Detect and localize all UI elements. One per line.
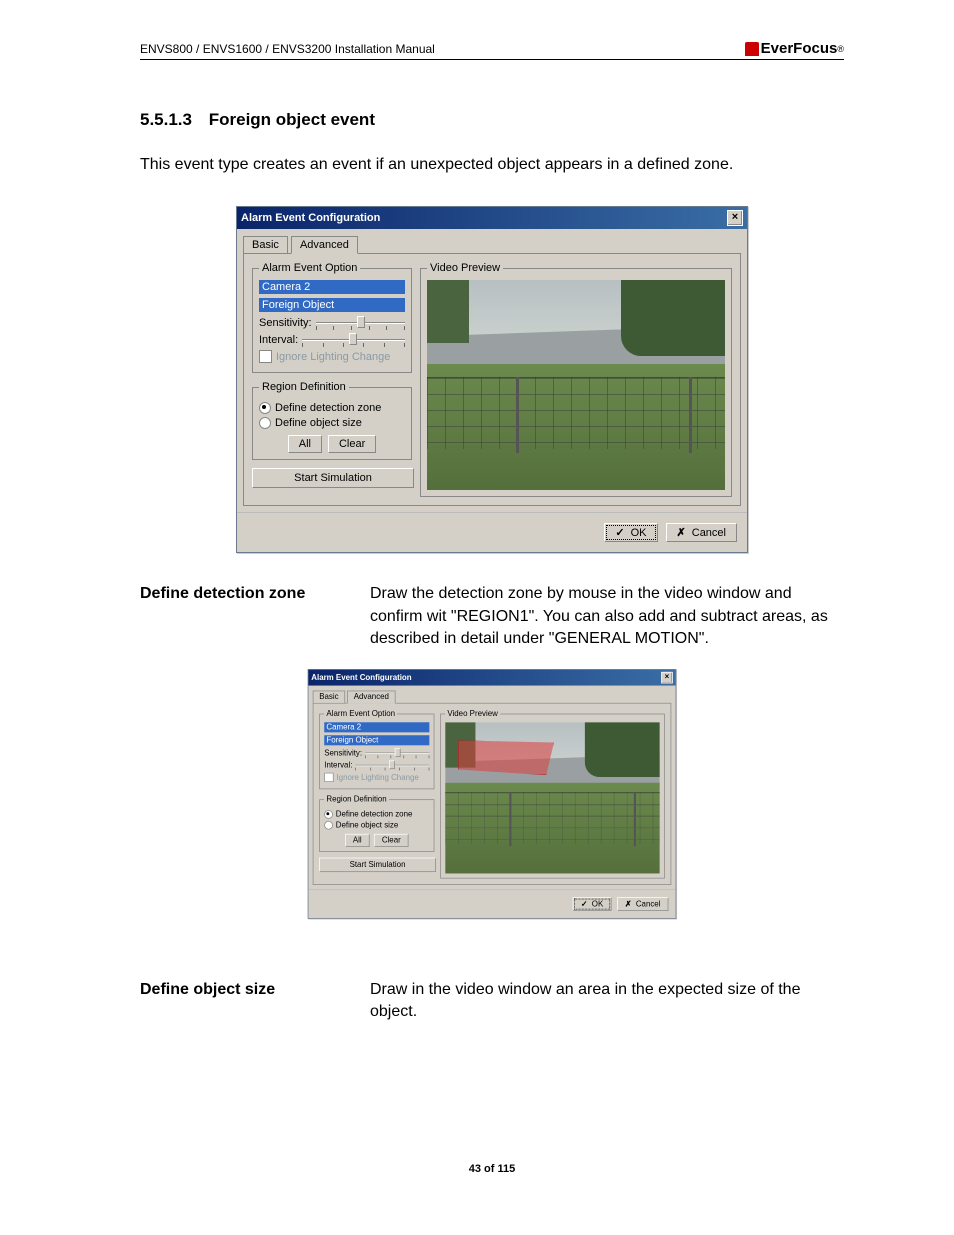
ignore-lighting-label: Ignore Lighting Change (276, 351, 390, 363)
tab-basic-2[interactable]: Basic (313, 690, 345, 702)
section-number: 5.5.1.3 (140, 110, 192, 129)
ok-label: OK (631, 527, 647, 539)
alarm-config-dialog-2: Alarm Event Configuration × Basic Advanc… (308, 669, 677, 919)
tab-basic[interactable]: Basic (243, 236, 288, 253)
def-object-term: Define object size (140, 979, 350, 1024)
dialog-title-2: Alarm Event Configuration (311, 673, 411, 682)
clear-button[interactable]: Clear (328, 435, 376, 453)
figure-dialog-1: Alarm Event Configuration × Basic Advanc… (140, 206, 844, 553)
radio-object-label-2: Define object size (336, 820, 399, 829)
dialog-tabs: Basic Advanced (237, 229, 747, 253)
alarm-event-option-group: Alarm Event Option Camera 2 Foreign Obje… (252, 262, 412, 373)
cross-icon-2: ✗ (625, 899, 632, 908)
video-preview-group: Video Preview (420, 262, 732, 497)
radio-detection-label-2: Define detection zone (336, 810, 413, 819)
camera-select[interactable]: Camera 2 (259, 280, 405, 294)
page-number: 43 of 115 (140, 1163, 844, 1175)
section-title: Foreign object event (209, 110, 375, 129)
brand-mark: ® (837, 44, 844, 54)
region-definition-legend-2: Region Definition (324, 795, 389, 804)
all-button-2[interactable]: All (345, 833, 370, 846)
cancel-label: Cancel (692, 527, 726, 539)
close-icon-2[interactable]: × (661, 671, 673, 683)
video-preview-legend: Video Preview (427, 262, 503, 274)
ok-button[interactable]: ✓ OK (604, 523, 657, 542)
alarm-event-legend: Alarm Event Option (259, 262, 360, 274)
ignore-lighting-label-2: Ignore Lighting Change (336, 773, 418, 782)
radio-detection-label: Define detection zone (275, 402, 381, 414)
radio-detection-zone-2[interactable] (324, 810, 333, 819)
radio-object-size-2[interactable] (324, 820, 333, 829)
interval-label: Interval: (259, 334, 298, 346)
event-type-select-2[interactable]: Foreign Object (324, 735, 429, 745)
cross-icon: ✗ (677, 526, 686, 539)
alarm-config-dialog: Alarm Event Configuration × Basic Advanc… (236, 206, 748, 553)
alarm-event-legend-2: Alarm Event Option (324, 709, 397, 718)
video-preview-legend-2: Video Preview (445, 709, 500, 718)
ok-label-2: OK (592, 899, 603, 908)
region-definition-group-2: Region Definition Define detection zone … (319, 795, 434, 852)
close-icon[interactable]: × (727, 210, 743, 226)
figure-dialog-2: Alarm Event Configuration × Basic Advanc… (140, 669, 844, 949)
sensitivity-label: Sensitivity: (259, 317, 312, 329)
dialog-titlebar: Alarm Event Configuration × (237, 207, 747, 229)
start-simulation-button[interactable]: Start Simulation (252, 468, 414, 488)
def-detection-term: Define detection zone (140, 583, 350, 650)
interval-slider[interactable] (302, 333, 405, 347)
radio-detection-zone[interactable] (259, 402, 271, 414)
region-definition-legend: Region Definition (259, 381, 349, 393)
def-object-desc: Draw in the video window an area in the … (370, 979, 844, 1024)
video-preview[interactable] (427, 280, 725, 490)
video-preview-2[interactable] (445, 722, 660, 873)
radio-object-label: Define object size (275, 417, 362, 429)
section-intro: This event type creates an event if an u… (140, 154, 844, 176)
detection-zone-overlay (458, 740, 554, 775)
brand-logo: EverFocus ® (745, 40, 844, 57)
ignore-lighting-checkbox[interactable] (259, 350, 272, 363)
dialog-titlebar-2: Alarm Event Configuration × (308, 669, 675, 685)
region-definition-group: Region Definition Define detection zone … (252, 381, 412, 460)
cancel-button[interactable]: ✗ Cancel (666, 523, 737, 542)
def-detection-desc: Draw the detection zone by mouse in the … (370, 583, 844, 650)
event-type-select[interactable]: Foreign Object (259, 298, 405, 312)
doc-title: ENVS800 / ENVS1600 / ENVS3200 Installati… (140, 42, 435, 56)
brand-logo-icon (745, 42, 759, 56)
camera-select-2[interactable]: Camera 2 (324, 722, 429, 732)
start-simulation-button-2[interactable]: Start Simulation (319, 857, 436, 871)
sensitivity-label-2: Sensitivity: (324, 748, 362, 757)
clear-button-2[interactable]: Clear (374, 833, 409, 846)
ok-button-2[interactable]: ✓ OK (573, 897, 611, 911)
def-detection-zone: Define detection zone Draw the detection… (140, 583, 844, 650)
alarm-event-option-group-2: Alarm Event Option Camera 2 Foreign Obje… (319, 709, 434, 789)
sensitivity-slider[interactable] (316, 316, 405, 330)
video-preview-group-2: Video Preview (440, 709, 665, 878)
cancel-button-2[interactable]: ✗ Cancel (617, 897, 668, 911)
interval-label-2: Interval: (324, 761, 352, 770)
check-icon: ✓ (615, 526, 624, 539)
page-header: ENVS800 / ENVS1600 / ENVS3200 Installati… (140, 40, 844, 60)
all-button[interactable]: All (288, 435, 322, 453)
cancel-label-2: Cancel (636, 899, 661, 908)
sensitivity-slider-2[interactable] (365, 748, 429, 758)
check-icon-2: ✓ (581, 899, 588, 908)
brand-name: EverFocus (761, 40, 838, 57)
radio-object-size[interactable] (259, 417, 271, 429)
tab-advanced-2[interactable]: Advanced (347, 690, 395, 703)
dialog-title: Alarm Event Configuration (241, 212, 380, 224)
tab-advanced[interactable]: Advanced (291, 236, 358, 254)
ignore-lighting-checkbox-2[interactable] (324, 772, 333, 781)
interval-slider-2[interactable] (355, 760, 429, 770)
section-heading: 5.5.1.3 Foreign object event (140, 110, 844, 130)
def-object-size: Define object size Draw in the video win… (140, 979, 844, 1024)
